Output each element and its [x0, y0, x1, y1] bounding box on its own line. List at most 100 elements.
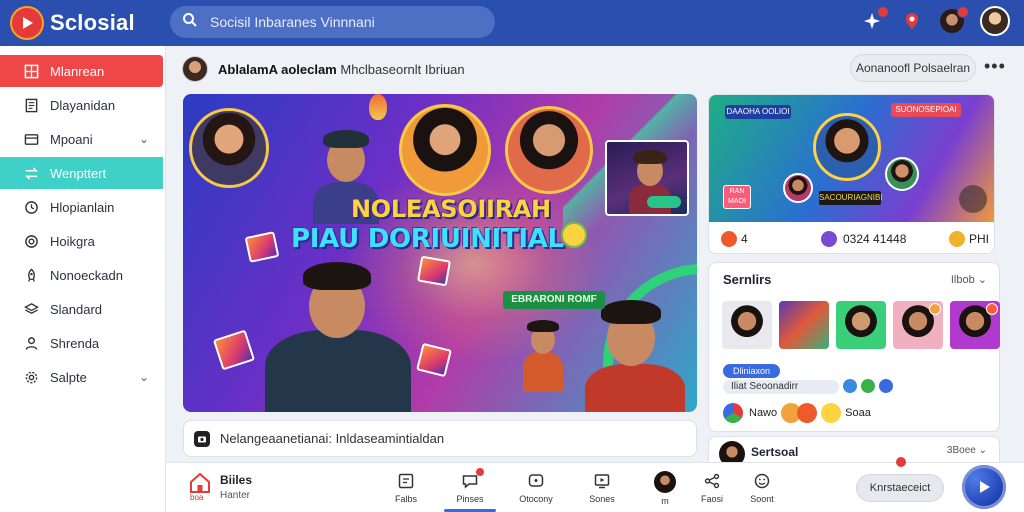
feature-share-icon[interactable]: [959, 185, 987, 213]
app-name: Sclosial: [50, 10, 135, 35]
sidebar-item-goals[interactable]: Hoikgra: [0, 225, 163, 257]
user-avatar[interactable]: [980, 6, 1010, 36]
suggestion-chip[interactable]: Dliniaxon: [723, 364, 781, 378]
feature-portrait-left: [783, 173, 813, 203]
thumb-badge: [986, 303, 998, 315]
tab-label: Sones: [589, 494, 615, 504]
follow-button[interactable]: Aonanoofl Polsaelran: [850, 54, 976, 82]
reaction-icon[interactable]: [723, 403, 743, 423]
sparkle-notification-icon[interactable]: [860, 6, 889, 33]
drop-icon[interactable]: [879, 379, 893, 393]
suggestion-thumb[interactable]: [893, 301, 943, 349]
layers-icon: [22, 300, 40, 318]
suggestion-thumb[interactable]: [836, 301, 886, 349]
second-card: Sertsoal 3Boee ⌄: [708, 436, 1000, 467]
gear-icon: [22, 368, 40, 386]
brand[interactable]: Sclosial: [10, 6, 135, 40]
sidebar: Mlanrean Dlayanidan Mpoani ⌄ Wenpttert H…: [0, 46, 166, 512]
emoji-icon[interactable]: [797, 403, 818, 423]
post-author[interactable]: AblalamA aoleclam: [218, 62, 337, 77]
profile-alert[interactable]: [940, 6, 969, 33]
feature-pink-card: RAN MAOI: [723, 185, 751, 209]
author-avatar[interactable]: [182, 56, 208, 82]
post-hero-image[interactable]: NOLEASOIIRAH PIAU DORIUINITIAL EBRARONI …: [183, 94, 697, 412]
tab-mood[interactable]: Soont: [738, 471, 786, 504]
suggestions-link[interactable]: Ilbob ⌄: [951, 273, 987, 286]
post-header: AblalamA aoleclam Mhclbaseornlt Ibriuan …: [172, 50, 1008, 88]
tab-profile[interactable]: m: [641, 471, 689, 506]
bottom-bar: boa Biiles Hanter Falbs Pinses Otocony S…: [166, 457, 1024, 512]
chevron-down-icon[interactable]: ⌄: [139, 370, 149, 384]
thumb-badge: [929, 303, 941, 315]
camera-icon[interactable]: [194, 430, 210, 447]
sidebar-item-label: Nonoeckadn: [50, 267, 123, 283]
sidebar-item-transfers[interactable]: Wenpttert: [0, 157, 163, 189]
tab-share[interactable]: Faosi: [688, 471, 736, 504]
reaction-label-1: Nawo: [749, 407, 778, 419]
sidebar-item-profile[interactable]: Shrenda: [0, 327, 163, 359]
sidebar-item-documents[interactable]: Dlayanidan: [0, 89, 163, 121]
sidebar-item-settings[interactable]: Salpte ⌄: [0, 361, 163, 393]
reaction-row: Nawo Soaa: [723, 403, 871, 423]
suggestion-thumb[interactable]: [779, 301, 829, 349]
home-label: boa: [190, 493, 204, 502]
inset-play-button[interactable]: [647, 196, 681, 208]
bubble-icon: [526, 471, 546, 491]
swap-icon: [22, 164, 40, 182]
alert-dot: [896, 457, 906, 467]
tab-badge: [476, 468, 484, 476]
rocket-icon: [22, 266, 40, 284]
play-logo-icon: [10, 6, 44, 40]
hero-title: NOLEASOIIRAH PIAU DORIUINITIAL: [291, 194, 631, 254]
feature-card[interactable]: DAAOHA OOLIOI SUONOSEPIOAI SACOURIAGNIBI…: [708, 94, 995, 254]
post-author-line: AblalamA aoleclam Mhclbaseornlt Ibriuan: [218, 62, 465, 77]
second-card-link[interactable]: 3Boee ⌄: [947, 445, 987, 456]
reaction-label-2: Soaa: [845, 407, 871, 419]
suggestion-pill[interactable]: Iliat Seoonadirr: [723, 380, 839, 394]
document-icon: [22, 96, 40, 114]
suggestion-thumb[interactable]: [722, 301, 772, 349]
sidebar-item-label: Hoikgra: [50, 233, 95, 249]
comment-input[interactable]: [220, 431, 690, 446]
info-icon[interactable]: [843, 379, 857, 393]
tab-notes[interactable]: Falbs: [382, 471, 430, 504]
leaf-icon[interactable]: [861, 379, 875, 393]
suggestion-thumb[interactable]: [950, 301, 1000, 349]
tab-activity[interactable]: Otocony: [512, 471, 560, 504]
floating-card: [416, 342, 452, 378]
hero-title-line-1: NOLEASOIIRAH: [351, 195, 551, 223]
location-pin-icon[interactable]: [900, 9, 924, 33]
feature-banner[interactable]: DAAOHA OOLIOI SUONOSEPIOAI SACOURIAGNIBI…: [709, 95, 994, 222]
sidebar-item-launch[interactable]: Nonoeckadn: [0, 259, 163, 291]
sidebar-item-label: Mpoani: [50, 131, 93, 147]
sidebar-item-home[interactable]: Mlanrean: [0, 55, 163, 87]
search-input[interactable]: [210, 14, 480, 30]
sidebar-item-standard[interactable]: Slandard: [0, 293, 163, 325]
comment-box[interactable]: [183, 420, 697, 457]
emoji-icon[interactable]: [821, 403, 842, 423]
tab-messages[interactable]: Pinses: [446, 468, 494, 504]
tab-label: Otocony: [519, 494, 553, 504]
connect-button[interactable]: Knrstaeceict: [856, 474, 944, 502]
sidebar-item-cards[interactable]: Mpoani ⌄: [0, 123, 163, 155]
play-fab-button[interactable]: [962, 465, 1006, 509]
search-bar[interactable]: [170, 6, 495, 38]
feature-meta: 4 0324 41448 PHI: [709, 227, 994, 251]
sidebar-item-history[interactable]: Hlopianlain: [0, 191, 163, 223]
tab-avatar: [654, 471, 676, 493]
sidebar-item-label: Dlayanidan: [50, 97, 116, 113]
tab-label: Soont: [750, 494, 774, 504]
post-author-suffix: Mhclbaseornlt Ibriuan: [340, 61, 465, 77]
more-options-icon[interactable]: •••: [984, 56, 1006, 77]
tab-screens[interactable]: Sones: [578, 471, 626, 504]
chevron-down-icon[interactable]: ⌄: [139, 132, 149, 146]
bottom-user-name[interactable]: Biiles: [220, 473, 252, 487]
chat-icon: [460, 468, 484, 491]
feature-stat-2: 0324 41448: [843, 232, 907, 246]
sidebar-item-label: Hlopianlain: [50, 199, 115, 215]
floating-card: [416, 255, 452, 287]
smile-icon: [752, 471, 772, 491]
sidebar-item-label: Mlanrean: [50, 63, 105, 79]
home-icon[interactable]: [188, 471, 212, 495]
monitor-icon: [592, 471, 612, 491]
